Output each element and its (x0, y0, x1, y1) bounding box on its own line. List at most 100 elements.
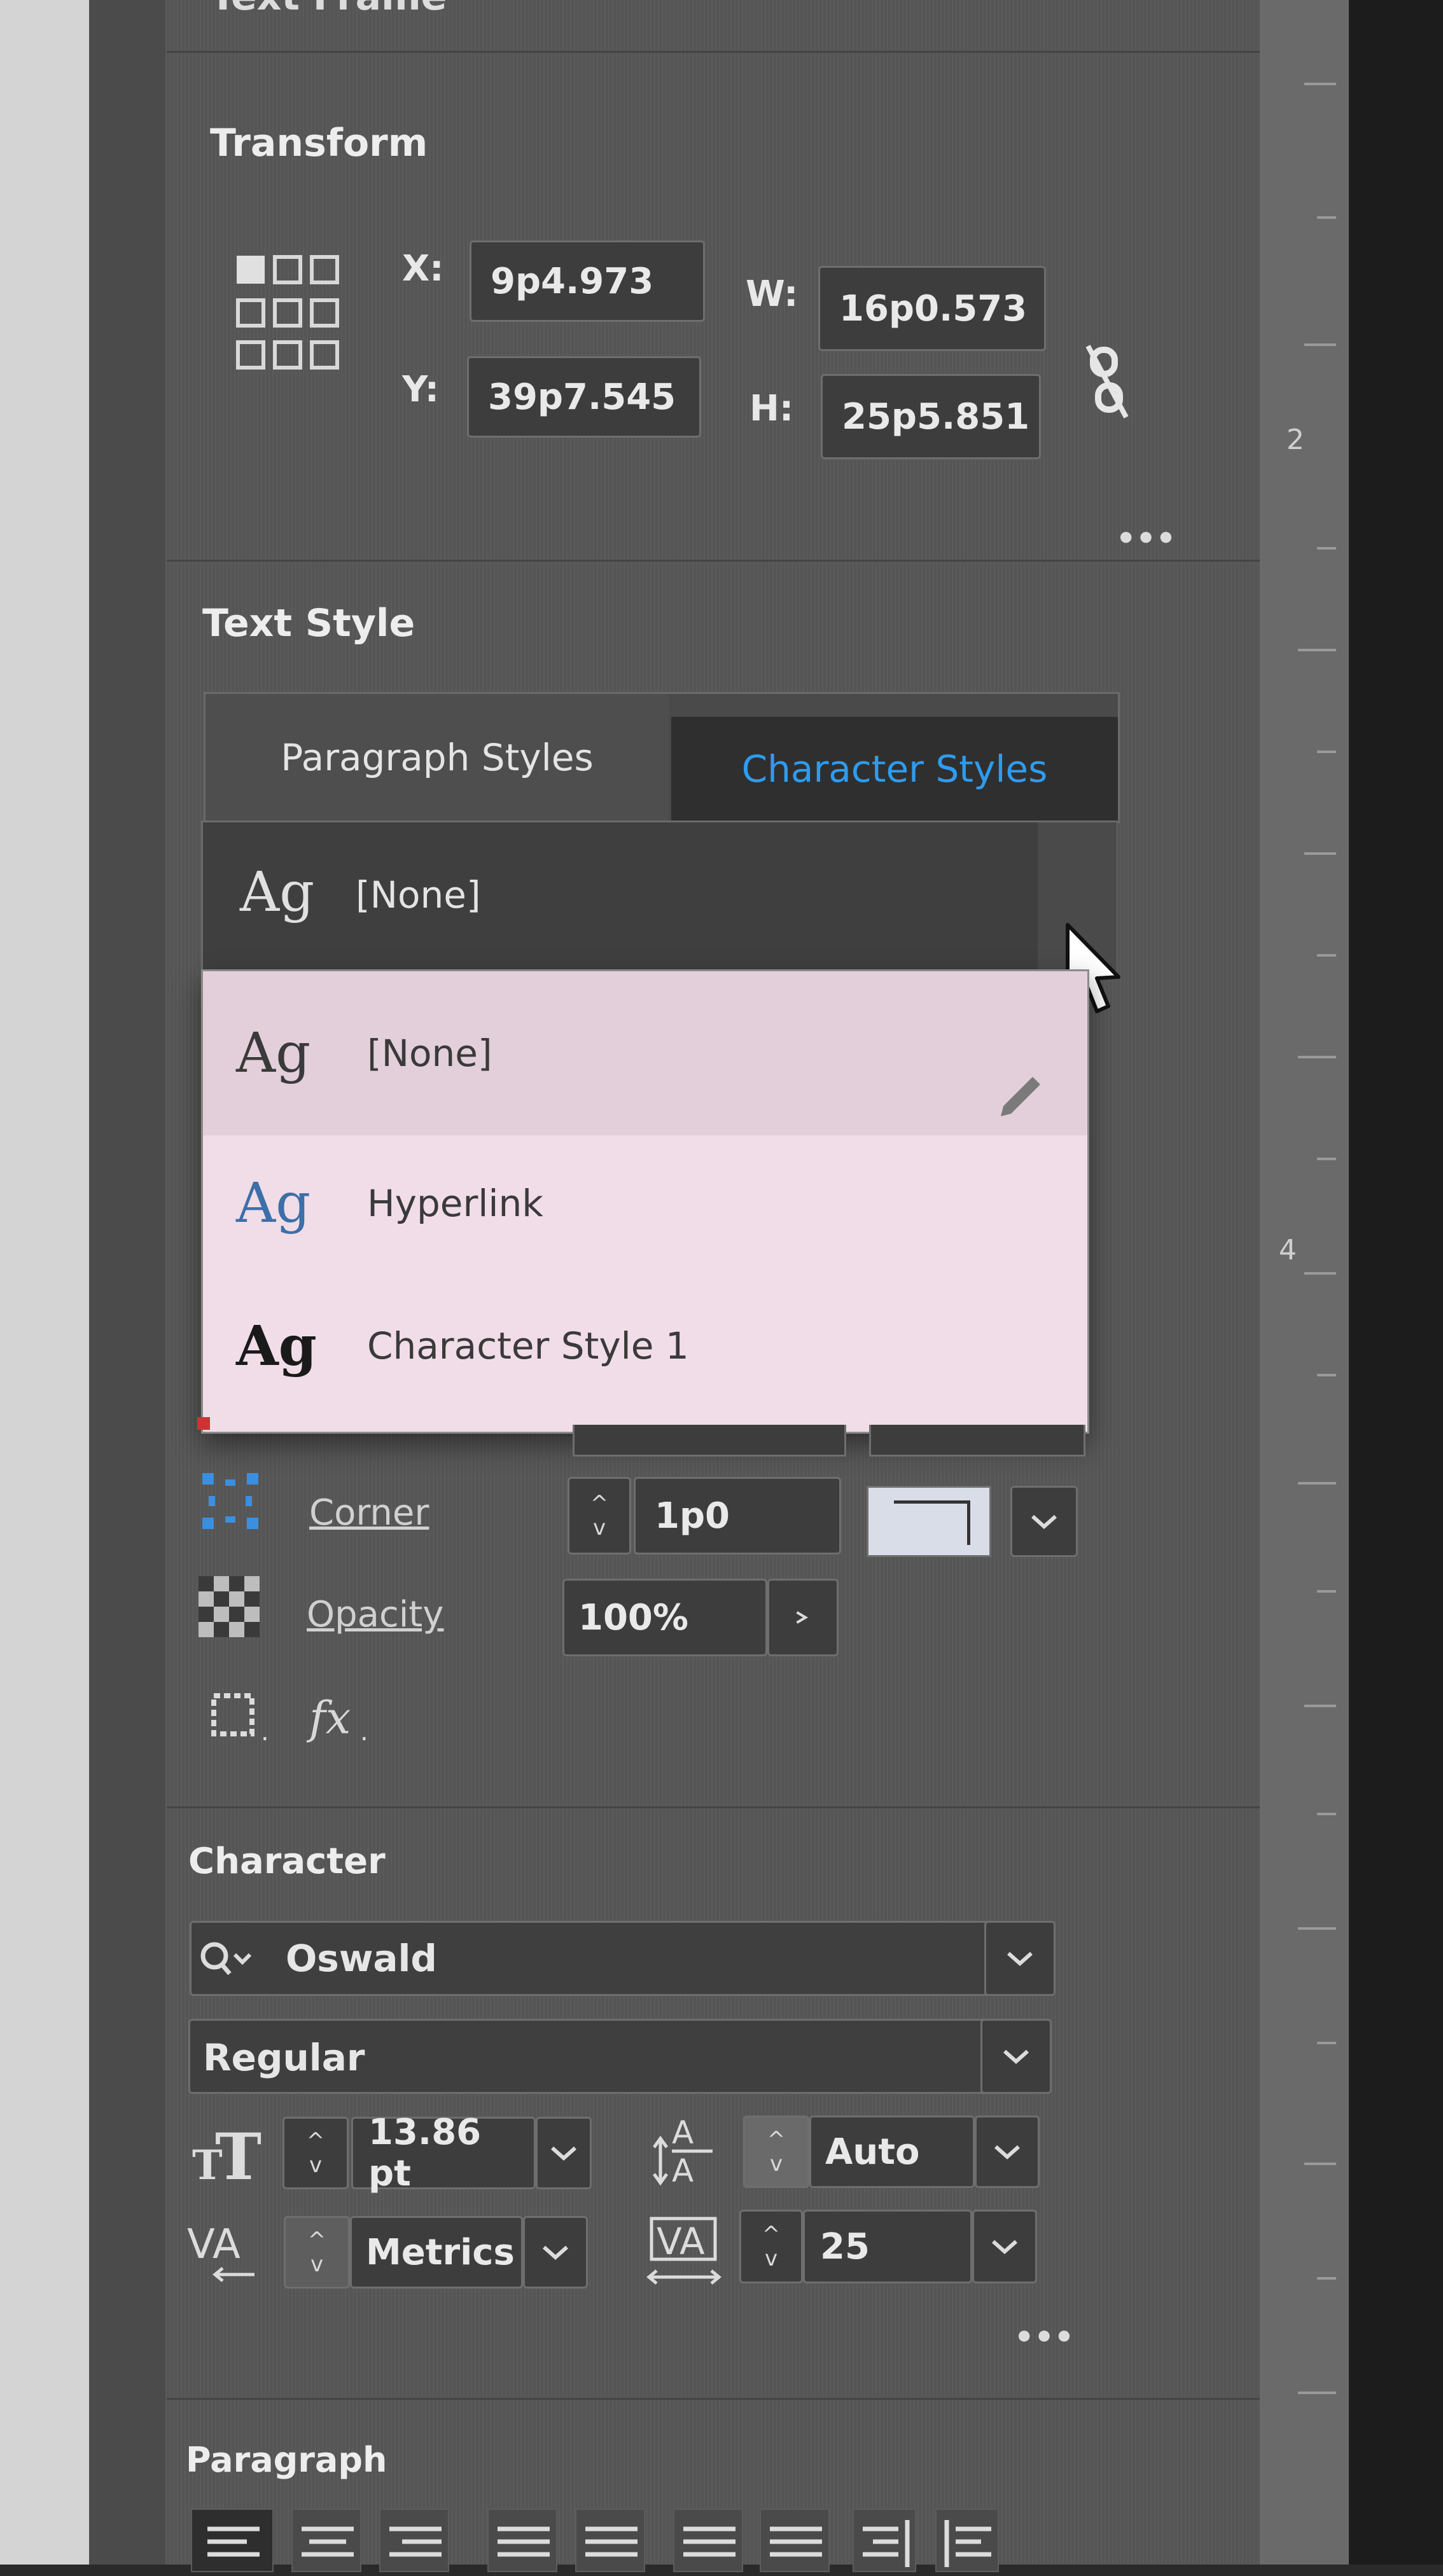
font-family-dropdown[interactable]: Oswald (190, 1921, 1056, 1996)
ruler-tick (1304, 2163, 1336, 2165)
divider (167, 51, 1260, 53)
monitor-bezel (1349, 0, 1443, 2565)
svg-text:A: A (672, 2152, 694, 2189)
menu-item-none[interactable]: Ag [None] (203, 971, 1087, 1135)
transform-more-options-icon[interactable]: ••• (1115, 516, 1177, 561)
justify-center-button[interactable] (575, 2509, 645, 2572)
font-family-chevron[interactable] (984, 1921, 1056, 1996)
align-away-from-spine-button[interactable] (935, 2509, 999, 2572)
chevron-down-icon (992, 2240, 1017, 2255)
ruler-tick (1304, 1272, 1336, 1275)
stroke-type-field-partial (869, 1425, 1085, 1457)
ruler-tick (1304, 83, 1336, 85)
tracking-stepper[interactable]: ^ v (739, 2210, 803, 2283)
ruler-tick (1317, 547, 1336, 550)
chevron-down-icon (994, 2145, 1020, 2160)
chevron-down-icon (1007, 1951, 1033, 1967)
menu-item-hyperlink[interactable]: Ag Hyperlink (203, 1130, 1087, 1277)
justify-left-icon (498, 2526, 550, 2557)
ruler-tick (1317, 751, 1336, 753)
divider (167, 2398, 1260, 2400)
character-more-options-icon[interactable]: ••• (1013, 2315, 1075, 2360)
x-label: X: (402, 248, 444, 289)
kerning-field[interactable]: Metrics (350, 2216, 523, 2289)
width-field[interactable]: 16p0.573 (818, 266, 1046, 351)
opacity-checker-icon (197, 1575, 261, 1638)
paragraph-section-title: Paragraph (186, 2440, 387, 2480)
opacity-expand-button[interactable] (767, 1579, 839, 1656)
menu-item-character-style-1[interactable]: Ag Character Style 1 (203, 1273, 1087, 1419)
ruler-tick (1298, 649, 1336, 651)
menu-item-label: Hyperlink (367, 1182, 543, 1225)
kerning-stepper[interactable]: ^ v (284, 2216, 350, 2289)
ruler-tick (1317, 216, 1336, 219)
align-center-button[interactable] (291, 2509, 361, 2572)
font-style-dropdown[interactable]: Regular (188, 2019, 1052, 2094)
ruler-tick (1298, 1056, 1336, 1058)
align-towards-spine-button[interactable] (853, 2509, 916, 2572)
ruler-tick (1317, 2277, 1336, 2280)
svg-text:A: A (672, 2114, 694, 2151)
style-icon: Ag (236, 1313, 317, 1378)
font-size-stepper[interactable]: ^ v (282, 2117, 349, 2189)
menu-item-label: Character Style 1 (367, 1324, 689, 1368)
leading-dropdown[interactable] (975, 2116, 1040, 2188)
object-effects-icon[interactable] (210, 1692, 261, 1743)
ruler-tick (1317, 1374, 1336, 1376)
chevron-down-icon (1031, 1514, 1057, 1530)
tab-character-styles[interactable]: Character Styles (671, 717, 1118, 821)
font-size-dropdown[interactable] (536, 2117, 592, 2189)
opacity-label[interactable]: Opacity (307, 1594, 443, 1635)
effects-dropdown-dot: . (261, 1717, 269, 1747)
font-family-value: Oswald (286, 1937, 437, 1980)
edit-pencil-icon[interactable] (997, 1067, 1048, 1118)
svg-text:VA: VA (657, 2220, 705, 2263)
font-size-field[interactable]: 13.86 pt (351, 2112, 536, 2194)
justify-all-button[interactable] (760, 2509, 830, 2572)
ruler-tick (1304, 852, 1336, 855)
tracking-dropdown[interactable] (972, 2210, 1037, 2283)
ruler-tick (1298, 1482, 1336, 1485)
tracking-field[interactable]: 25 (803, 2210, 972, 2283)
height-field[interactable]: 25p5.851 (821, 374, 1041, 459)
x-position-field[interactable]: 9p4.973 (470, 240, 705, 322)
style-icon: Ag (236, 1172, 311, 1235)
reference-point-icon[interactable] (235, 254, 344, 372)
justify-right-icon (683, 2526, 735, 2557)
menu-item-label: [None] (367, 1032, 492, 1075)
align-left-button[interactable] (191, 2509, 274, 2572)
tab-paragraph-styles[interactable]: Paragraph Styles (206, 694, 669, 821)
constrain-proportions-icon[interactable] (1082, 343, 1133, 420)
justify-left-button[interactable] (487, 2509, 557, 2572)
fx-icon[interactable]: fx (309, 1692, 351, 1744)
justify-all-icon (770, 2526, 822, 2557)
align-right-icon (389, 2526, 442, 2557)
stroke-weight-field-partial (573, 1425, 846, 1457)
leading-stepper[interactable]: ^ v (743, 2116, 809, 2188)
corner-shape-swatch[interactable] (867, 1486, 991, 1557)
leading-field[interactable]: Auto (809, 2116, 975, 2188)
kerning-dropdown[interactable] (523, 2216, 588, 2289)
corner-shape-icon (894, 1500, 970, 1545)
search-icon (199, 1939, 256, 1980)
justify-right-button[interactable] (673, 2509, 743, 2572)
corner-stepper[interactable]: ^ v (568, 1477, 631, 1555)
chevron-right-icon (796, 1611, 809, 1624)
opacity-field[interactable]: 100% (562, 1579, 767, 1656)
style-icon: Ag (236, 1021, 311, 1085)
panel-header-partial: Text Frame (210, 0, 447, 19)
y-position-field[interactable]: 39p7.545 (467, 356, 701, 438)
align-right-button[interactable] (379, 2509, 449, 2572)
ruler-tick (1317, 954, 1336, 957)
corner-label[interactable]: Corner (309, 1492, 429, 1534)
kerning-icon: V A (185, 2212, 267, 2289)
font-style-chevron[interactable] (980, 2019, 1052, 2094)
character-section-title: Character (188, 1841, 386, 1882)
stroke-swatch-icon (197, 1417, 210, 1430)
character-style-dropdown[interactable]: Ag [None] (201, 821, 1117, 980)
corner-radius-field[interactable]: 1p0 (634, 1477, 841, 1555)
pasteboard-edge (89, 0, 165, 2565)
corner-shape-dropdown[interactable] (1010, 1486, 1078, 1557)
transform-section-title: Transform (210, 121, 428, 165)
ruler-tick (1317, 1590, 1336, 1593)
